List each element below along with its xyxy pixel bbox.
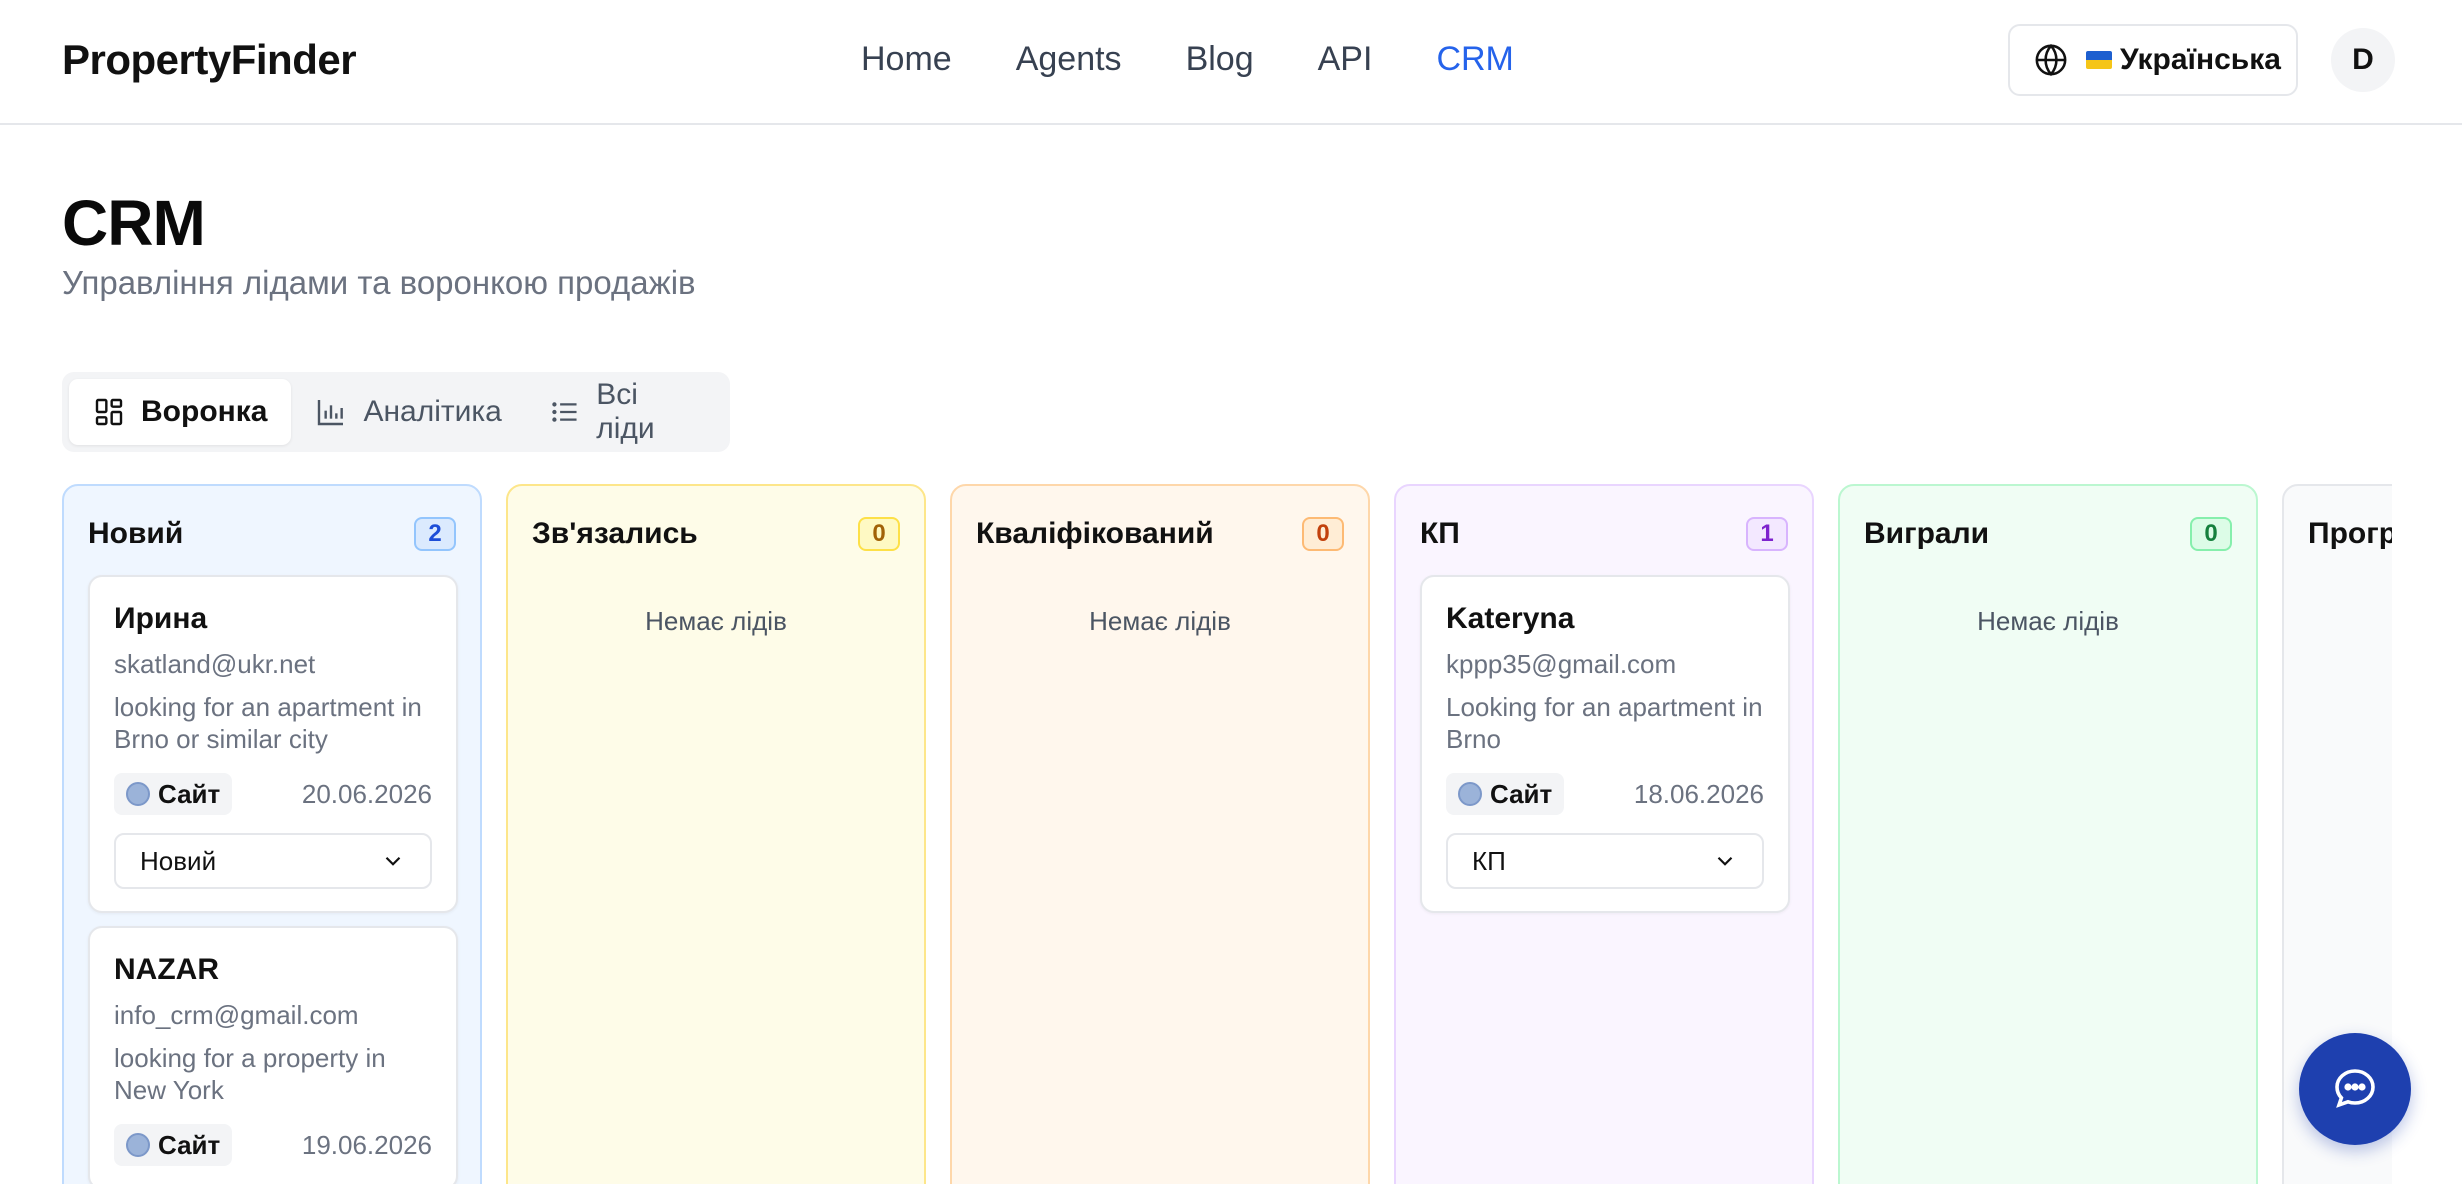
top-header: PropertyFinder Home Agents Blog API CRM … xyxy=(0,0,2462,125)
kanban-board: Новий 2 Ирина skatland@ukr.net looking f… xyxy=(62,484,2392,1184)
kanban-icon xyxy=(95,398,123,426)
ukraine-flag-icon xyxy=(2086,51,2112,69)
column-header: Новий 2 xyxy=(88,514,456,554)
page-subtitle: Управління лідами та воронкою продажів xyxy=(62,264,696,301)
chat-icon xyxy=(2335,1069,2375,1108)
lead-date: 19.06.2026 xyxy=(301,1129,432,1160)
avatar[interactable]: D xyxy=(2331,28,2395,92)
column-title: Новий xyxy=(88,517,184,550)
tab-all-leads[interactable]: Всі ліди xyxy=(526,378,723,445)
lead-message: Looking for an apartment in Brno xyxy=(1446,692,1763,754)
globe-icon xyxy=(126,782,150,806)
nav-home[interactable]: Home xyxy=(861,38,952,80)
lead-card[interactable]: NAZAR info_crm@gmail.com looking for a p… xyxy=(88,926,458,1184)
lead-name: Kateryna xyxy=(1446,602,1575,635)
globe-icon xyxy=(1458,782,1482,806)
nav-crm[interactable]: CRM xyxy=(1436,38,1513,80)
tab-analytics-label: Аналітика xyxy=(363,395,502,428)
tab-funnel[interactable]: Воронка xyxy=(69,379,292,445)
view-tabs: Воронка Аналітика Всі ліди xyxy=(62,372,730,452)
lead-meta: Сайт 20.06.2026 xyxy=(114,773,432,815)
nav-api[interactable]: API xyxy=(1318,38,1373,80)
lead-name: Ирина xyxy=(114,602,208,635)
column-title: КП xyxy=(1420,517,1460,550)
empty-state: Немає лідів xyxy=(645,606,787,636)
source-label: Сайт xyxy=(158,1129,221,1160)
column-title: Прогр xyxy=(2308,517,2392,550)
chevron-down-icon xyxy=(385,856,401,866)
lead-message: looking for a property in New York xyxy=(114,1043,386,1105)
column-contacted: Зв'язались 0 Немає лідів xyxy=(506,484,926,1184)
chevron-down-icon xyxy=(1717,856,1733,866)
list-icon xyxy=(552,402,577,422)
column-count-badge: 0 xyxy=(2190,517,2232,551)
nav-agents[interactable]: Agents xyxy=(1016,38,1122,80)
status-value: КП xyxy=(1472,845,1506,876)
source-label: Сайт xyxy=(1490,778,1553,809)
column-qualified: Кваліфікований 0 Немає лідів xyxy=(950,484,1370,1184)
column-won: Виграли 0 Немає лідів xyxy=(1838,484,2258,1184)
bar-chart-icon xyxy=(318,400,344,426)
column-title: Зв'язались xyxy=(532,517,698,550)
status-select[interactable]: КП xyxy=(1446,833,1764,889)
tab-funnel-label: Воронка xyxy=(141,395,268,428)
source-badge: Сайт xyxy=(1446,773,1565,815)
lead-date: 18.06.2026 xyxy=(1633,778,1764,809)
language-selector[interactable]: Українська xyxy=(2008,24,2298,96)
column-proposal: КП 1 Kateryna kppp35@gmail.com Looking f… xyxy=(1394,484,1814,1184)
main-nav: Home Agents Blog API CRM xyxy=(861,38,1578,80)
source-label: Сайт xyxy=(158,778,221,809)
lead-email: kppp35@gmail.com xyxy=(1446,649,1677,679)
globe-icon xyxy=(2035,43,2067,77)
status-select[interactable]: Новий xyxy=(114,833,432,889)
lead-card[interactable]: Ирина skatland@ukr.net looking for an ap… xyxy=(88,575,458,913)
page-title: CRM xyxy=(62,187,206,259)
column-header: Зв'язались 0 xyxy=(532,514,900,554)
column-title: Кваліфікований xyxy=(976,517,1214,550)
column-count-badge: 2 xyxy=(414,517,456,551)
column-header: Виграли 0 xyxy=(1864,514,2232,554)
lead-message: looking for an apartment in Brno or simi… xyxy=(114,692,422,754)
globe-icon xyxy=(126,1133,150,1157)
column-count-badge: 0 xyxy=(858,517,900,551)
tab-all-leads-label: Всі ліди xyxy=(596,378,655,445)
empty-state: Немає лідів xyxy=(1977,606,2119,636)
lead-meta: Сайт 18.06.2026 xyxy=(1446,773,1764,815)
lead-date: 20.06.2026 xyxy=(301,778,432,809)
column-title: Виграли xyxy=(1864,517,1990,550)
lead-email: info_crm@gmail.com xyxy=(114,1000,359,1030)
lead-meta: Сайт 19.06.2026 xyxy=(114,1124,432,1166)
logo[interactable]: PropertyFinder xyxy=(62,36,357,84)
source-badge: Сайт xyxy=(114,1124,233,1166)
nav-blog[interactable]: Blog xyxy=(1186,38,1254,80)
tab-analytics[interactable]: Аналітика xyxy=(291,379,525,445)
source-badge: Сайт xyxy=(114,773,233,815)
chat-button[interactable] xyxy=(2299,1033,2411,1145)
lead-email: skatland@ukr.net xyxy=(114,649,316,679)
column-header: Прогр xyxy=(2308,514,2392,554)
empty-state: Немає лідів xyxy=(1089,606,1231,636)
column-count-badge: 0 xyxy=(1302,517,1344,551)
lead-name: NAZAR xyxy=(114,953,219,986)
column-new: Новий 2 Ирина skatland@ukr.net looking f… xyxy=(62,484,482,1184)
column-header: КП 1 xyxy=(1420,514,1788,554)
status-value: Новий xyxy=(140,845,217,876)
language-label: Українська xyxy=(2120,43,2281,76)
lead-card[interactable]: Kateryna kppp35@gmail.com Looking for an… xyxy=(1420,575,1790,913)
column-count-badge: 1 xyxy=(1746,517,1788,551)
column-header: Кваліфікований 0 xyxy=(976,514,1344,554)
